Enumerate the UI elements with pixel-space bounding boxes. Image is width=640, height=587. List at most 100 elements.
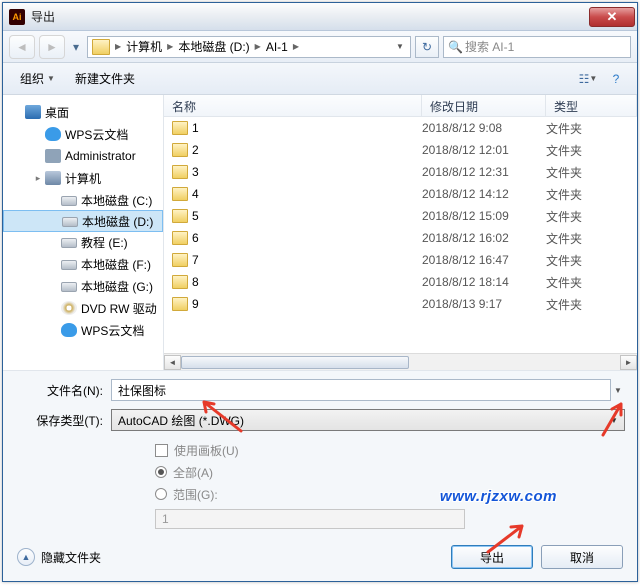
column-headers: 名称 修改日期 类型 — [164, 95, 637, 117]
file-row[interactable]: 42018/8/12 14:12文件夹 — [164, 183, 637, 205]
use-artboard-label: 使用画板(U) — [174, 442, 239, 459]
refresh-button[interactable]: ↻ — [415, 36, 439, 58]
folder-icon — [172, 209, 188, 223]
chevron-right-icon[interactable]: ▶ — [112, 42, 124, 51]
folder-icon — [172, 275, 188, 289]
filename-input[interactable] — [111, 379, 611, 401]
back-button[interactable]: ◄ — [9, 35, 35, 59]
file-row[interactable]: 62018/8/12 16:02文件夹 — [164, 227, 637, 249]
help-button[interactable]: ? — [603, 68, 629, 90]
folder-icon — [172, 143, 188, 157]
drive-icon — [61, 238, 77, 248]
navigation-tree[interactable]: 桌面 WPS云文档Administrator▸计算机本地磁盘 (C:)本地磁盘 … — [3, 95, 164, 370]
breadcrumb-segment[interactable]: AI-1 — [264, 40, 290, 54]
drive-icon — [61, 260, 77, 270]
close-button[interactable]: ✕ — [589, 7, 635, 27]
drive-icon — [61, 301, 77, 315]
chevron-right-icon[interactable]: ▶ — [164, 42, 176, 51]
tree-item[interactable]: WPS云文档 — [3, 319, 163, 341]
scroll-left-button[interactable]: ◄ — [164, 355, 181, 370]
range-radio[interactable] — [155, 488, 167, 500]
scroll-thumb[interactable] — [181, 356, 409, 369]
drive-icon — [61, 323, 77, 337]
tree-item[interactable]: 本地磁盘 (F:) — [3, 253, 163, 275]
window-title: 导出 — [31, 8, 589, 25]
tree-item[interactable]: ▸计算机 — [3, 167, 163, 189]
drive-icon — [62, 217, 78, 227]
folder-icon — [172, 121, 188, 135]
navbar: ◄ ► ▾ ▶ 计算机 ▶ 本地磁盘 (D:) ▶ AI-1 ▶ ▼ ↻ 🔍 搜… — [3, 31, 637, 63]
forward-button[interactable]: ► — [39, 35, 65, 59]
range-input[interactable]: 1 — [155, 509, 465, 529]
hide-folders-button[interactable]: ▲ 隐藏文件夹 — [17, 548, 101, 566]
all-label: 全部(A) — [173, 464, 213, 481]
titlebar: Ai 导出 ✕ — [3, 3, 637, 31]
filename-dropdown[interactable]: ▼ — [611, 386, 625, 395]
breadcrumb-segment[interactable]: 本地磁盘 (D:) — [176, 38, 251, 55]
file-row[interactable]: 22018/8/12 12:01文件夹 — [164, 139, 637, 161]
file-row[interactable]: 52018/8/12 15:09文件夹 — [164, 205, 637, 227]
folder-icon — [92, 39, 110, 55]
chevron-down-icon: ▼ — [47, 74, 55, 83]
file-row[interactable]: 72018/8/12 16:47文件夹 — [164, 249, 637, 271]
desktop-icon — [25, 105, 41, 119]
chevron-up-icon: ▲ — [17, 548, 35, 566]
view-options-button[interactable]: ☷ ▼ — [575, 68, 601, 90]
column-date[interactable]: 修改日期 — [422, 95, 546, 116]
scroll-right-button[interactable]: ► — [620, 355, 637, 370]
chevron-down-icon: ▼ — [606, 416, 622, 425]
search-input[interactable]: 🔍 搜索 AI-1 — [443, 36, 631, 58]
tree-item[interactable]: Administrator — [3, 145, 163, 167]
folder-icon — [172, 165, 188, 179]
cancel-button[interactable]: 取消 — [541, 545, 623, 569]
filetype-combo[interactable]: AutoCAD 绘图 (*.DWG) ▼ — [111, 409, 625, 431]
options: 使用画板(U) 全部(A) 范围(G): 1 — [15, 439, 625, 529]
new-folder-button[interactable]: 新建文件夹 — [66, 65, 144, 92]
folder-icon — [172, 187, 188, 201]
file-list[interactable]: 12018/8/12 9:08文件夹22018/8/12 12:01文件夹320… — [164, 117, 637, 353]
scroll-track[interactable] — [181, 355, 620, 370]
chevron-right-icon[interactable]: ▶ — [252, 42, 264, 51]
column-type[interactable]: 类型 — [546, 95, 637, 116]
drive-icon — [45, 149, 61, 163]
file-pane: 名称 修改日期 类型 12018/8/12 9:08文件夹22018/8/12 … — [164, 95, 637, 370]
history-dropdown[interactable]: ▾ — [69, 35, 83, 59]
organize-button[interactable]: 组织 ▼ — [11, 65, 64, 92]
drive-icon — [45, 127, 61, 141]
footer: ▲ 隐藏文件夹 导出 取消 — [3, 535, 637, 581]
tree-item[interactable]: WPS云文档 — [3, 123, 163, 145]
range-label: 范围(G): — [173, 486, 218, 503]
chevron-right-icon[interactable]: ▶ — [290, 42, 302, 51]
file-row[interactable]: 12018/8/12 9:08文件夹 — [164, 117, 637, 139]
tree-item[interactable]: DVD RW 驱动 — [3, 297, 163, 319]
address-dropdown[interactable]: ▼ — [392, 42, 408, 51]
filetype-label: 保存类型(T): — [15, 412, 111, 429]
use-artboard-checkbox[interactable] — [155, 444, 168, 457]
app-icon: Ai — [9, 9, 25, 25]
folder-icon — [172, 253, 188, 267]
tree-item[interactable]: 本地磁盘 (D:) — [3, 210, 163, 232]
breadcrumb-segment[interactable]: 计算机 — [124, 38, 164, 55]
address-bar[interactable]: ▶ 计算机 ▶ 本地磁盘 (D:) ▶ AI-1 ▶ ▼ — [87, 36, 411, 58]
toolbar: 组织 ▼ 新建文件夹 ☷ ▼ ? — [3, 63, 637, 95]
folder-icon — [172, 231, 188, 245]
search-placeholder: 搜索 AI-1 — [465, 38, 514, 55]
file-row[interactable]: 82018/8/12 18:14文件夹 — [164, 271, 637, 293]
column-name[interactable]: 名称 — [164, 95, 422, 116]
tree-item[interactable]: 教程 (E:) — [3, 231, 163, 253]
tree-item[interactable]: 本地磁盘 (G:) — [3, 275, 163, 297]
horizontal-scrollbar[interactable]: ◄ ► — [164, 353, 637, 370]
all-radio[interactable] — [155, 466, 167, 478]
filename-label: 文件名(N): — [15, 382, 111, 399]
export-button[interactable]: 导出 — [451, 545, 533, 569]
body: 桌面 WPS云文档Administrator▸计算机本地磁盘 (C:)本地磁盘 … — [3, 95, 637, 370]
file-row[interactable]: 32018/8/12 12:31文件夹 — [164, 161, 637, 183]
drive-icon — [45, 171, 61, 185]
tree-root-desktop[interactable]: 桌面 — [3, 101, 163, 123]
drive-icon — [61, 282, 77, 292]
folder-icon — [172, 297, 188, 311]
file-row[interactable]: 92018/8/13 9:17文件夹 — [164, 293, 637, 315]
form: 文件名(N): ▼ 保存类型(T): AutoCAD 绘图 (*.DWG) ▼ … — [3, 370, 637, 535]
tree-item[interactable]: 本地磁盘 (C:) — [3, 189, 163, 211]
export-dialog: Ai 导出 ✕ ◄ ► ▾ ▶ 计算机 ▶ 本地磁盘 (D:) ▶ AI-1 ▶… — [2, 2, 638, 582]
